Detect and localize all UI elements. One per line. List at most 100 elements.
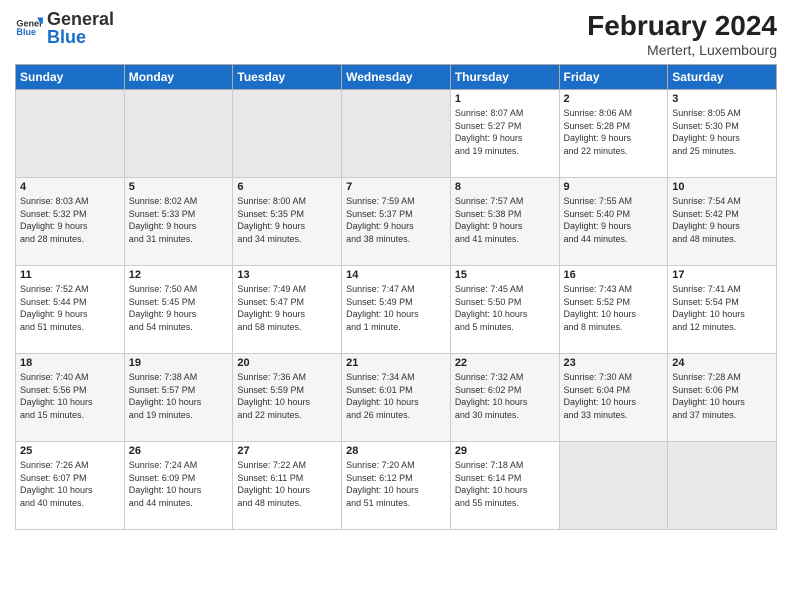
day-info: Sunrise: 7:41 AMSunset: 5:54 PMDaylight:…: [672, 283, 772, 333]
day-number: 9: [564, 181, 664, 193]
weekday-header-monday: Monday: [124, 65, 233, 90]
calendar-cell: 4Sunrise: 8:03 AMSunset: 5:32 PMDaylight…: [16, 178, 125, 266]
calendar-cell: 3 Sunrise: 8:05 AMSunset: 5:30 PMDaylight…: [668, 90, 777, 178]
calendar-cell: 9 Sunrise: 7:55 AMSunset: 5:40 PMDaylight…: [559, 178, 668, 266]
weekday-header-thursday: Thursday: [450, 65, 559, 90]
day-number: 25: [20, 445, 120, 457]
location: Mertert, Luxembourg: [587, 42, 777, 58]
calendar-cell: 21 Sunrise: 7:34 AMSunset: 6:01 PMDayligh…: [342, 354, 451, 442]
calendar-cell: 27 Sunrise: 7:22 AMSunset: 6:11 PMDayligh…: [233, 442, 342, 530]
calendar-cell: 10 Sunrise: 7:54 AMSunset: 5:42 PMDayligh…: [668, 178, 777, 266]
day-info: Sunrise: 7:20 AMSunset: 6:12 PMDaylight:…: [346, 459, 446, 509]
logo-icon: General Blue: [15, 14, 43, 42]
day-number: 5: [129, 181, 229, 193]
calendar-header: SundayMondayTuesdayWednesdayThursdayFrid…: [16, 65, 777, 90]
day-info: Sunrise: 8:05 AMSunset: 5:30 PMDaylight:…: [672, 107, 772, 157]
logo-blue: Blue: [47, 27, 86, 47]
calendar-cell: 13 Sunrise: 7:49 AMSunset: 5:47 PMDayligh…: [233, 266, 342, 354]
day-info: Sunrise: 7:28 AMSunset: 6:06 PMDaylight:…: [672, 371, 772, 421]
calendar-cell: 28 Sunrise: 7:20 AMSunset: 6:12 PMDayligh…: [342, 442, 451, 530]
day-number: 20: [237, 357, 337, 369]
day-info: Sunrise: 7:54 AMSunset: 5:42 PMDaylight:…: [672, 195, 772, 245]
day-info: Sunrise: 7:32 AMSunset: 6:02 PMDaylight:…: [455, 371, 555, 421]
day-info: Sunrise: 7:59 AMSunset: 5:37 PMDaylight:…: [346, 195, 446, 245]
weekday-header-saturday: Saturday: [668, 65, 777, 90]
calendar-cell: [16, 90, 125, 178]
day-info: Sunrise: 7:47 AMSunset: 5:49 PMDaylight:…: [346, 283, 446, 333]
calendar-cell: 17Sunrise: 7:41 AMSunset: 5:54 PMDayligh…: [668, 266, 777, 354]
calendar-cell: 24 Sunrise: 7:28 AMSunset: 6:06 PMDayligh…: [668, 354, 777, 442]
day-number: 18: [20, 357, 120, 369]
day-number: 10: [672, 181, 772, 193]
day-info: Sunrise: 7:26 AMSunset: 6:07 PMDaylight:…: [20, 459, 120, 509]
calendar-cell: 1Sunrise: 8:07 AMSunset: 5:27 PMDaylight…: [450, 90, 559, 178]
svg-text:Blue: Blue: [16, 27, 36, 37]
weekday-header-tuesday: Tuesday: [233, 65, 342, 90]
day-number: 28: [346, 445, 446, 457]
logo: General Blue General Blue: [15, 10, 114, 46]
calendar-week-2: 4Sunrise: 8:03 AMSunset: 5:32 PMDaylight…: [16, 178, 777, 266]
day-number: 15: [455, 269, 555, 281]
logo-text: General Blue: [47, 10, 114, 46]
day-info: Sunrise: 7:52 AMSunset: 5:44 PMDaylight:…: [20, 283, 120, 333]
day-info: Sunrise: 7:22 AMSunset: 6:11 PMDaylight:…: [237, 459, 337, 509]
day-number: 7: [346, 181, 446, 193]
day-number: 11: [20, 269, 120, 281]
calendar-cell: 18 Sunrise: 7:40 AMSunset: 5:56 PMDayligh…: [16, 354, 125, 442]
day-number: 21: [346, 357, 446, 369]
day-info: Sunrise: 7:40 AMSunset: 5:56 PMDaylight:…: [20, 371, 120, 421]
day-info: Sunrise: 7:24 AMSunset: 6:09 PMDaylight:…: [129, 459, 229, 509]
page: General Blue General Blue February 2024 …: [0, 0, 792, 612]
weekday-header-sunday: Sunday: [16, 65, 125, 90]
day-info: Sunrise: 7:18 AMSunset: 6:14 PMDaylight:…: [455, 459, 555, 509]
calendar-cell: 23Sunrise: 7:30 AMSunset: 6:04 PMDayligh…: [559, 354, 668, 442]
day-info: Sunrise: 7:57 AMSunset: 5:38 PMDaylight:…: [455, 195, 555, 245]
day-info: Sunrise: 7:49 AMSunset: 5:47 PMDaylight:…: [237, 283, 337, 333]
day-number: 2: [564, 93, 664, 105]
calendar-cell: [668, 442, 777, 530]
calendar-cell: [342, 90, 451, 178]
day-number: 29: [455, 445, 555, 457]
day-info: Sunrise: 7:36 AMSunset: 5:59 PMDaylight:…: [237, 371, 337, 421]
month-year: February 2024: [587, 10, 777, 42]
calendar-cell: 26 Sunrise: 7:24 AMSunset: 6:09 PMDayligh…: [124, 442, 233, 530]
day-number: 19: [129, 357, 229, 369]
day-number: 26: [129, 445, 229, 457]
day-info: Sunrise: 8:06 AMSunset: 5:28 PMDaylight:…: [564, 107, 664, 157]
calendar-week-1: 1Sunrise: 8:07 AMSunset: 5:27 PMDaylight…: [16, 90, 777, 178]
calendar-cell: 7 Sunrise: 7:59 AMSunset: 5:37 PMDaylight…: [342, 178, 451, 266]
calendar-cell: 29 Sunrise: 7:18 AMSunset: 6:14 PMDayligh…: [450, 442, 559, 530]
weekday-row: SundayMondayTuesdayWednesdayThursdayFrid…: [16, 65, 777, 90]
calendar-cell: 25 Sunrise: 7:26 AMSunset: 6:07 PMDayligh…: [16, 442, 125, 530]
calendar-week-5: 25 Sunrise: 7:26 AMSunset: 6:07 PMDayligh…: [16, 442, 777, 530]
day-number: 14: [346, 269, 446, 281]
day-info: Sunrise: 7:43 AMSunset: 5:52 PMDaylight:…: [564, 283, 664, 333]
calendar-cell: 22 Sunrise: 7:32 AMSunset: 6:02 PMDayligh…: [450, 354, 559, 442]
weekday-header-wednesday: Wednesday: [342, 65, 451, 90]
day-number: 16: [564, 269, 664, 281]
title-block: February 2024 Mertert, Luxembourg: [587, 10, 777, 58]
day-number: 8: [455, 181, 555, 193]
day-number: 27: [237, 445, 337, 457]
calendar-cell: 11 Sunrise: 7:52 AMSunset: 5:44 PMDayligh…: [16, 266, 125, 354]
day-info: Sunrise: 7:55 AMSunset: 5:40 PMDaylight:…: [564, 195, 664, 245]
day-info: Sunrise: 8:07 AMSunset: 5:27 PMDaylight:…: [455, 107, 555, 157]
day-number: 12: [129, 269, 229, 281]
calendar-cell: 5Sunrise: 8:02 AMSunset: 5:33 PMDaylight…: [124, 178, 233, 266]
day-number: 6: [237, 181, 337, 193]
calendar-body: 1Sunrise: 8:07 AMSunset: 5:27 PMDaylight…: [16, 90, 777, 530]
day-number: 22: [455, 357, 555, 369]
calendar-cell: 14 Sunrise: 7:47 AMSunset: 5:49 PMDayligh…: [342, 266, 451, 354]
calendar-cell: [559, 442, 668, 530]
day-number: 24: [672, 357, 772, 369]
calendar-cell: 15Sunrise: 7:45 AMSunset: 5:50 PMDayligh…: [450, 266, 559, 354]
day-number: 3: [672, 93, 772, 105]
calendar-cell: 12 Sunrise: 7:50 AMSunset: 5:45 PMDayligh…: [124, 266, 233, 354]
weekday-header-friday: Friday: [559, 65, 668, 90]
day-info: Sunrise: 7:38 AMSunset: 5:57 PMDaylight:…: [129, 371, 229, 421]
day-number: 13: [237, 269, 337, 281]
calendar-week-3: 11 Sunrise: 7:52 AMSunset: 5:44 PMDayligh…: [16, 266, 777, 354]
calendar-cell: [233, 90, 342, 178]
day-info: Sunrise: 7:34 AMSunset: 6:01 PMDaylight:…: [346, 371, 446, 421]
day-info: Sunrise: 7:50 AMSunset: 5:45 PMDaylight:…: [129, 283, 229, 333]
